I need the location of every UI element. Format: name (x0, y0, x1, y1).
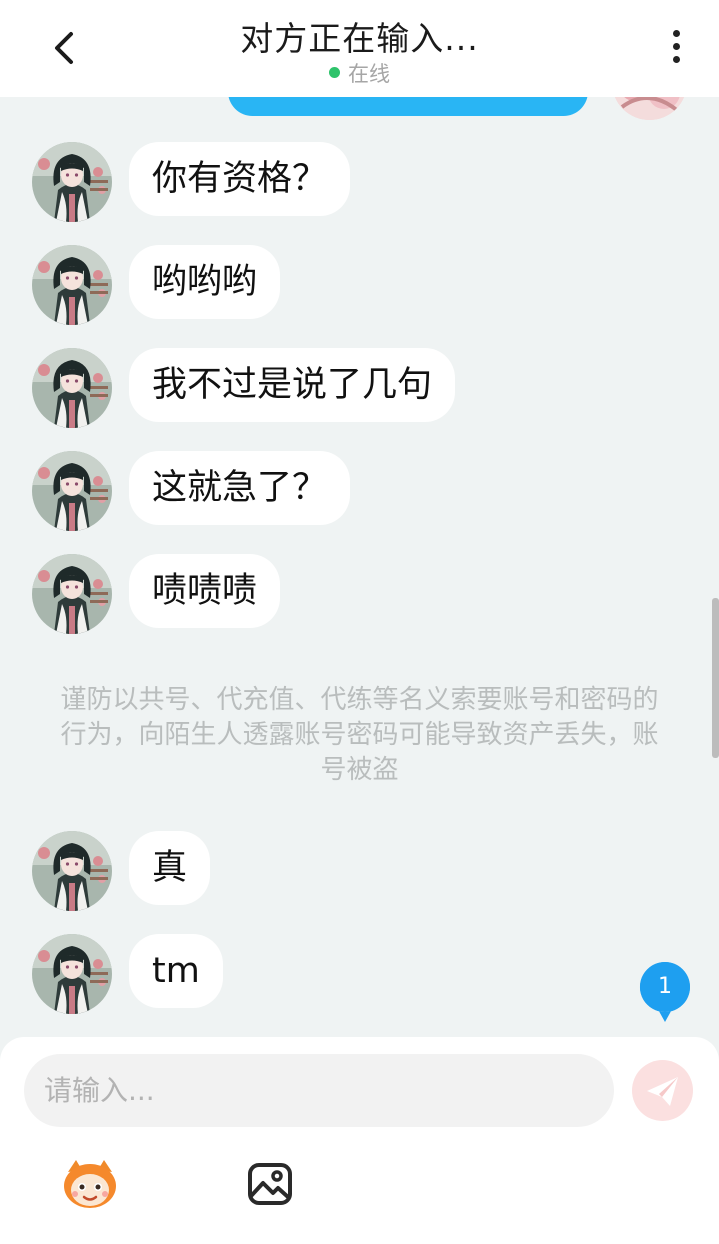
image-icon (248, 1163, 292, 1205)
image-button[interactable] (246, 1161, 294, 1207)
online-status-label: 在线 (348, 62, 390, 86)
composer-panel (0, 1037, 719, 1244)
sticker-mascot-icon (64, 1160, 116, 1208)
online-dot-icon (329, 67, 340, 78)
message-bubble[interactable]: 这就急了？ (129, 451, 351, 525)
send-button[interactable] (632, 1060, 693, 1121)
security-notice: 谨防以共号、代充值、代练等名义索要账号和密码的行为，向陌生人透露账号密码可能导致… (60, 685, 659, 785)
message-bubble[interactable]: tm (129, 934, 223, 1008)
self-avatar-partial (612, 97, 687, 120)
chat-header: 对方正在输入... 在线 (0, 0, 719, 97)
more-options-button[interactable] (664, 30, 688, 70)
message-bubble[interactable]: 哟哟哟 (129, 245, 281, 319)
message-bubble[interactable]: 我不过是说了几句 (129, 348, 456, 422)
contact-avatar[interactable] (32, 554, 112, 634)
contact-avatar[interactable] (32, 451, 112, 531)
online-status: 在线 (0, 58, 719, 88)
send-icon (647, 1077, 678, 1106)
contact-avatar[interactable] (32, 831, 112, 911)
message-bubble[interactable]: 你有资格？ (129, 142, 351, 216)
unread-count: 1 (658, 974, 672, 999)
message-bubble[interactable]: 啧啧啧 (129, 554, 281, 628)
more-vertical-icon (664, 30, 688, 63)
message-list[interactable]: 你有资格？ 哟哟哟 我不过是说了几句 这就急了？ 啧啧啧 谨防以共号、代充值、代… (0, 97, 719, 1037)
message-input[interactable] (24, 1054, 614, 1127)
contact-avatar[interactable] (32, 142, 112, 222)
sticker-button[interactable] (60, 1158, 120, 1210)
contact-avatar[interactable] (32, 348, 112, 428)
contact-avatar[interactable] (32, 934, 112, 1014)
chat-title: 对方正在输入... (240, 19, 479, 58)
sent-message-bubble-partial (228, 97, 588, 116)
unread-badge[interactable]: 1 (638, 960, 692, 1024)
scrollbar[interactable] (712, 598, 719, 758)
contact-avatar[interactable] (32, 245, 112, 325)
message-bubble[interactable]: 真 (129, 831, 211, 905)
